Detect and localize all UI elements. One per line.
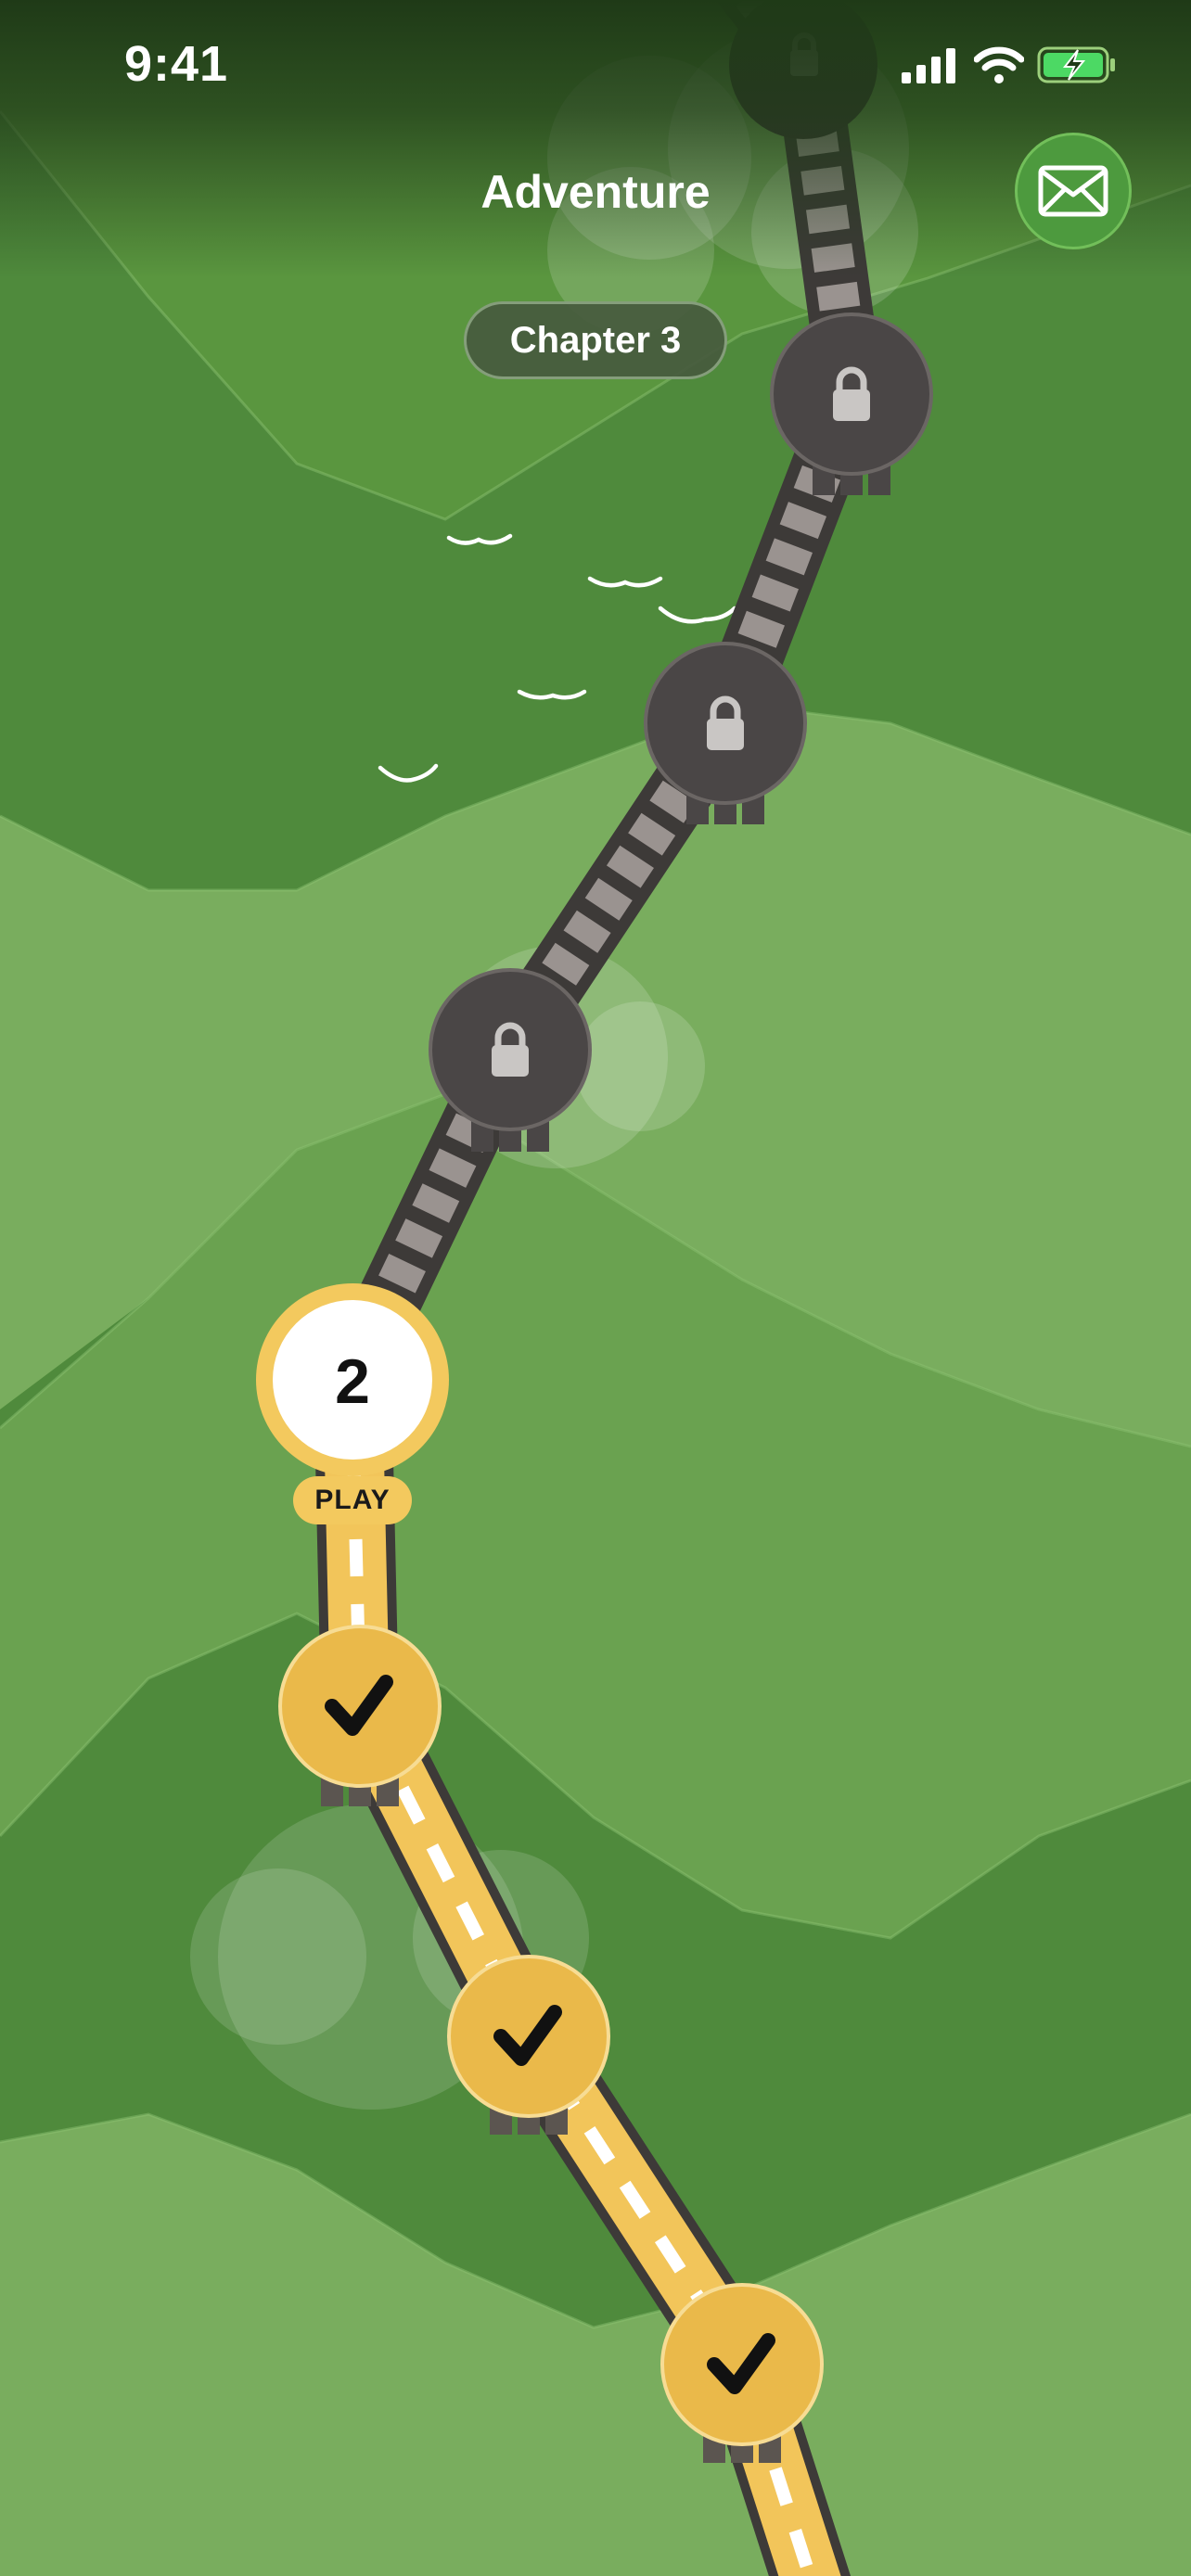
chapter-badge[interactable]: Chapter 3 [464, 301, 727, 379]
envelope-icon [1038, 165, 1108, 217]
mail-button[interactable] [1015, 133, 1132, 249]
battery-charging-icon [1037, 46, 1115, 83]
page-title: Adventure [480, 166, 711, 218]
status-bar: 9:41 [0, 0, 1191, 130]
play-button[interactable]: PLAY [293, 1476, 412, 1524]
cellular-signal-icon [902, 48, 955, 83]
status-time: 9:41 [124, 36, 229, 92]
adventure-map [0, 0, 1191, 2576]
wifi-icon [974, 46, 1024, 83]
current-level-number: 2 [335, 1346, 370, 1417]
game-map-screen: 9:41 Adventure Chapter 3 2 PLAY [0, 0, 1191, 2576]
